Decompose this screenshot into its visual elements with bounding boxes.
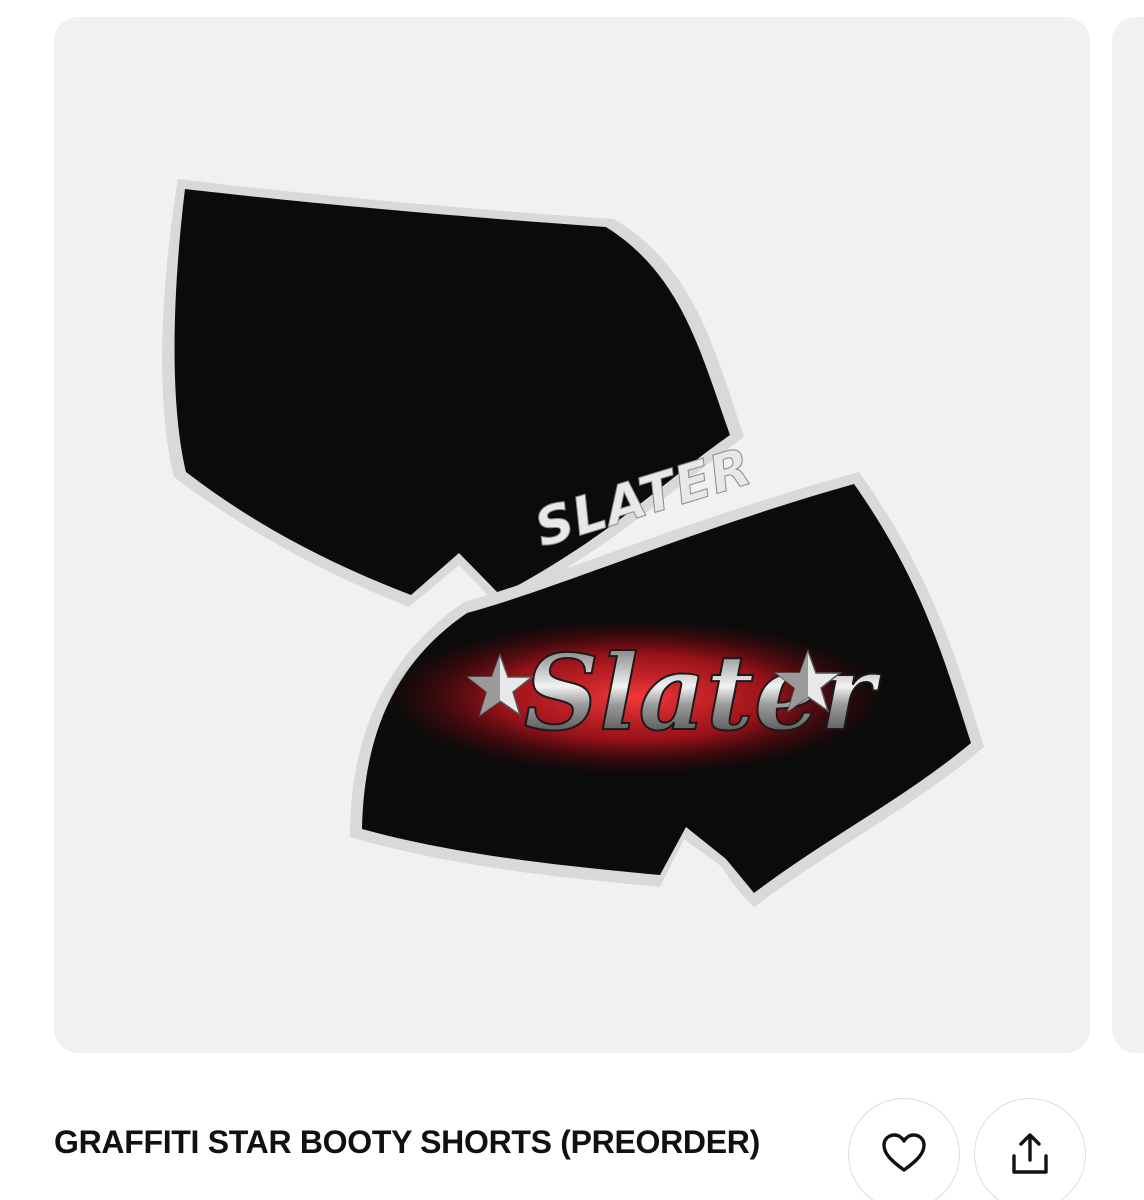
heart-icon <box>882 1133 926 1172</box>
product-image: SLATER Slater <box>162 179 984 907</box>
svg-text:Slater: Slater <box>524 631 882 754</box>
next-image-card[interactable] <box>1112 17 1144 1053</box>
product-image-card[interactable]: SLATER Slater <box>54 17 1090 1053</box>
product-page: SLATER Slater GRAFFITI STAR BOOTY SHORTS… <box>0 0 1144 1200</box>
share-button[interactable] <box>974 1098 1086 1200</box>
product-title: GRAFFITI STAR BOOTY SHORTS (PREORDER) <box>54 1124 760 1160</box>
share-icon <box>1012 1133 1048 1174</box>
favorite-button[interactable] <box>848 1098 960 1200</box>
